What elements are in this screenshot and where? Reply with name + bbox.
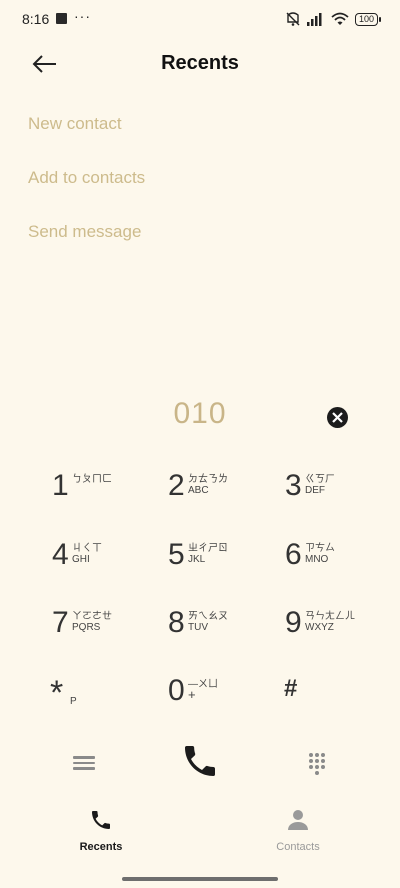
contact-person-icon <box>288 810 308 830</box>
key-digit: 6 <box>285 538 302 571</box>
more-notifications-icon: ··· <box>74 8 91 24</box>
key-digit: 2 <box>168 469 185 502</box>
key-6[interactable]: 6 ㄗㄘㄙ MNO <box>285 535 385 591</box>
dial-display: 010 <box>0 397 400 443</box>
key-letters: P <box>70 696 77 707</box>
mute-icon <box>286 12 300 26</box>
status-time: 8:16 <box>22 11 50 27</box>
add-to-contacts-button[interactable]: Add to contacts <box>28 159 145 213</box>
clear-button[interactable] <box>327 407 348 428</box>
key-zhuyin: ㄐㄑㄒ <box>72 543 102 554</box>
tab-recents-label: Recents <box>79 841 123 853</box>
bottom-navigation: Recents Contacts <box>0 808 400 858</box>
page-title: Recents <box>161 52 239 74</box>
key-8[interactable]: 8 ㄞㄟㄠㄡ TUV <box>168 603 268 659</box>
key-zhuyin: ㄓㄔㄕㄖ <box>188 543 228 554</box>
status-icons: 100 <box>285 11 382 27</box>
key-4[interactable]: 4 ㄐㄑㄒ GHI <box>52 535 152 591</box>
tab-contacts[interactable]: Contacts <box>238 808 358 853</box>
key-5[interactable]: 5 ㄓㄔㄕㄖ JKL <box>168 535 268 591</box>
home-indicator[interactable] <box>122 877 278 881</box>
key-0[interactable]: 0 —ㄨㄩ + <box>168 671 268 727</box>
key-zhuyin: ㄅㄆㄇㄈ <box>72 474 112 485</box>
key-zhuyin: ㄗㄘㄙ <box>305 543 335 554</box>
notification-icon <box>56 13 67 24</box>
key-letters: JKL <box>188 554 206 565</box>
key-letters: + <box>188 687 196 702</box>
actions-list: New contact Add to contacts Send message <box>28 105 145 267</box>
key-zhuyin: ㄉㄊㄋㄌ <box>188 474 228 485</box>
key-letters: MNO <box>305 554 329 565</box>
battery-icon: 100 <box>354 12 382 26</box>
key-digit: # <box>284 675 298 702</box>
key-1[interactable]: 1 ㄅㄆㄇㄈ <box>52 466 152 522</box>
key-2[interactable]: 2 ㄉㄊㄋㄌ ABC <box>168 466 268 522</box>
new-contact-button[interactable]: New contact <box>28 105 145 159</box>
send-message-button[interactable]: Send message <box>28 213 145 267</box>
key-letters: ABC <box>188 485 209 496</box>
tab-recents[interactable]: Recents <box>41 808 161 853</box>
key-digit: 7 <box>52 606 69 639</box>
key-digit: 4 <box>52 538 69 571</box>
key-7[interactable]: 7 ㄚㄛㄜㄝ PQRS <box>52 603 152 659</box>
key-letters: DEF <box>305 485 325 496</box>
call-button[interactable] <box>180 741 220 781</box>
key-digit: 8 <box>168 606 185 639</box>
tab-contacts-label: Contacts <box>276 841 320 853</box>
key-digit: 0 <box>168 674 185 707</box>
menu-icon <box>73 756 95 770</box>
key-letters: GHI <box>72 554 90 565</box>
phone-icon <box>92 811 110 829</box>
key-digit: * <box>50 674 64 712</box>
phone-icon <box>185 746 215 776</box>
key-3[interactable]: 3 ㄍㄎㄏ DEF <box>285 466 385 522</box>
key-letters: TUV <box>188 622 208 633</box>
key-star[interactable]: * P <box>50 671 150 727</box>
key-digit: 1 <box>52 469 69 502</box>
menu-button[interactable] <box>73 753 95 773</box>
status-bar: 8:16 ··· 100 <box>0 0 400 40</box>
key-hash[interactable]: # <box>284 671 384 727</box>
signal-icon <box>306 13 322 26</box>
key-zhuyin: ㄚㄛㄜㄝ <box>72 611 112 622</box>
key-letters: WXYZ <box>305 622 334 633</box>
key-zhuyin: ㄍㄎㄏ <box>305 474 335 485</box>
key-9[interactable]: 9 ㄢㄣㄤㄥㄦ WXYZ <box>285 603 385 659</box>
key-letters: PQRS <box>72 622 101 633</box>
key-zhuyin: ㄞㄟㄠㄡ <box>188 611 228 622</box>
dialpad-icon <box>309 753 325 775</box>
key-digit: 3 <box>285 469 302 502</box>
dialpad-toggle-button[interactable] <box>306 751 328 775</box>
clear-icon <box>332 412 343 423</box>
header: Recents <box>0 44 400 84</box>
key-digit: 9 <box>285 606 302 639</box>
key-digit: 5 <box>168 538 185 571</box>
wifi-icon <box>331 12 349 25</box>
key-zhuyin: ㄢㄣㄤㄥㄦ <box>305 611 355 622</box>
dialer-actions <box>0 735 400 789</box>
